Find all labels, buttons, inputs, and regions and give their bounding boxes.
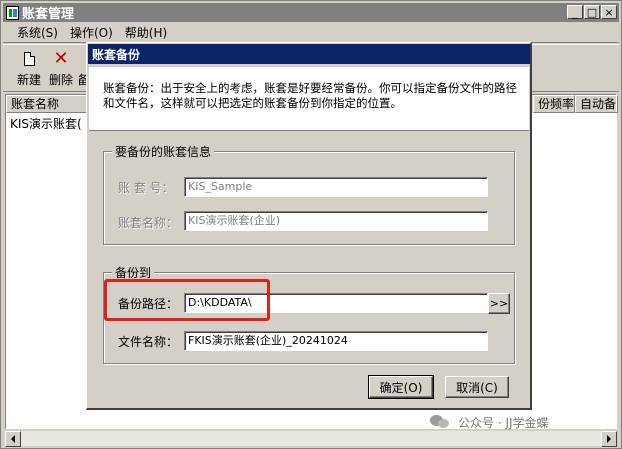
main-titlebar: 账套管理 _ □ ×: [3, 3, 619, 22]
delete-icon: ✕: [53, 48, 69, 69]
dialog-titlebar[interactable]: 账套备份: [88, 44, 530, 64]
delete-button[interactable]: ✕ 删除: [45, 49, 77, 89]
ok-button[interactable]: 确定(O): [368, 375, 434, 399]
new-file-icon: [21, 50, 37, 68]
app-icon: [6, 5, 19, 20]
menubar: 系统(S) 操作(O) 帮助(H): [3, 23, 619, 43]
wechat-icon: [430, 414, 452, 430]
close-button[interactable]: ×: [601, 5, 617, 19]
menu-operation[interactable]: 操作(O): [64, 24, 119, 41]
main-window-title: 账套管理: [22, 7, 75, 22]
minimize-button[interactable]: _: [567, 5, 583, 19]
account-no-label: 账 套 号：: [118, 181, 174, 195]
list-item[interactable]: KIS演示账套(: [10, 115, 82, 132]
dialog-title: 账套备份: [92, 47, 141, 62]
dialog-description-panel: 账套备份：出于安全上的考虑，账套是好要经常备份。你可以指定备份文件的路径和文件名…: [89, 67, 529, 131]
arrow-right-icon: [607, 435, 611, 443]
cancel-button[interactable]: 取消(C): [445, 376, 509, 398]
new-button-label: 新建: [16, 73, 41, 87]
col-backup-frequency[interactable]: 份频率: [533, 95, 575, 113]
watermark: 公众号 · JJ学金蝶: [430, 412, 549, 432]
menu-system[interactable]: 系统(S): [11, 24, 64, 41]
account-info-group: 要备份的账套信息 账 套 号： KIS_Sample 账套名称： KIS演示账套…: [103, 143, 515, 245]
col-account-name[interactable]: 账套名称: [6, 95, 88, 113]
delete-button-label: 删除: [48, 73, 73, 87]
scroll-left-button[interactable]: [5, 431, 21, 447]
account-name-label: 账套名称：: [118, 216, 179, 230]
account-name-field: KIS演示账套(企业): [184, 211, 488, 231]
new-button[interactable]: 新建: [13, 49, 45, 89]
file-name-label: 文件名称：: [118, 335, 179, 349]
watermark-text: 公众号 · JJ学金蝶: [458, 415, 549, 430]
scroll-right-button[interactable]: [601, 431, 617, 447]
horizontal-scrollbar[interactable]: [5, 430, 617, 447]
account-no-field: KIS_Sample: [184, 177, 488, 197]
menu-help[interactable]: 帮助(H): [119, 24, 173, 41]
dialog-description: 账套备份：出于安全上的考虑，账套是好要经常备份。你可以指定备份文件的路径和文件名…: [103, 81, 517, 110]
maximize-button[interactable]: □: [584, 5, 600, 19]
arrow-left-icon: [11, 435, 15, 443]
col-auto-backup[interactable]: 自动备: [575, 95, 618, 113]
file-name-input[interactable]: FKIS演示账套(企业)_20241024: [184, 331, 488, 351]
highlight-annotation: [104, 279, 270, 321]
account-info-legend: 要备份的账套信息: [112, 143, 215, 160]
browse-button[interactable]: >>: [488, 293, 510, 314]
backup-dialog: 账套备份 账套备份：出于安全上的考虑，账套是好要经常备份。你可以指定备份文件的路…: [86, 42, 532, 410]
